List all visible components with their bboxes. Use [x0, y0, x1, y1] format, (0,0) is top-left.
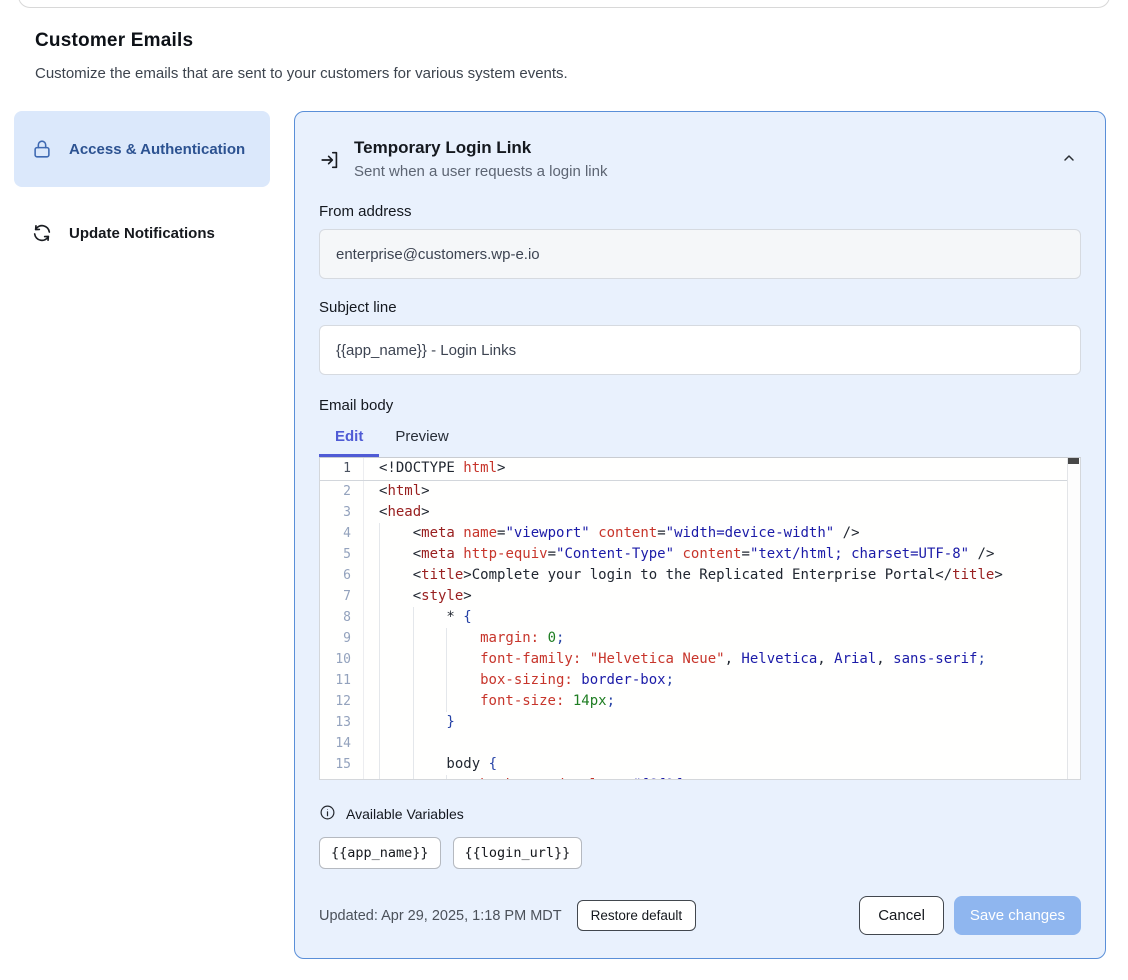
previous-card-bottom-edge — [18, 0, 1110, 8]
code-line: 12font-size: 14px; — [320, 691, 1080, 712]
sidebar: Access & Authentication Update Notificat… — [14, 111, 270, 259]
updated-timestamp: Updated: Apr 29, 2025, 1:18 PM MDT — [319, 908, 562, 924]
editor-scrollbar[interactable] — [1067, 458, 1080, 779]
lock-icon — [30, 137, 54, 161]
chevron-up-icon — [1061, 154, 1077, 169]
code-line: 5<meta http-equiv="Content-Type" content… — [320, 544, 1080, 565]
code-line: 6<title>Complete your login to the Repli… — [320, 565, 1080, 586]
panel-header-text: Temporary Login Link Sent when a user re… — [354, 138, 607, 180]
code-line: 8* { — [320, 607, 1080, 628]
panel-footer: Updated: Apr 29, 2025, 1:18 PM MDT Resto… — [319, 896, 1081, 935]
code-line: 14 — [320, 733, 1080, 754]
page-header: Customer Emails Customize the emails tha… — [0, 0, 1128, 82]
code-line: 10font-family: "Helvetica Neue", Helveti… — [320, 649, 1080, 670]
email-settings-panel: Temporary Login Link Sent when a user re… — [294, 111, 1106, 959]
code-lines: 1<!DOCTYPE html>2<html>3<head>4<meta nam… — [320, 458, 1080, 780]
panel-header: Temporary Login Link Sent when a user re… — [319, 138, 1081, 180]
subject-line-label: Subject line — [319, 299, 1081, 316]
tab-preview[interactable]: Preview — [379, 419, 464, 457]
code-line: 7<style> — [320, 586, 1080, 607]
editor-tabs: Edit Preview — [319, 419, 1081, 457]
restore-default-button[interactable]: Restore default — [577, 900, 697, 931]
email-body-label: Email body — [319, 397, 1081, 414]
code-line: 16background-color: #f6f9fc; — [320, 775, 1080, 780]
sidebar-item-label: Update Notifications — [69, 225, 215, 242]
sidebar-item-access-authentication[interactable]: Access & Authentication — [14, 111, 270, 187]
cancel-button[interactable]: Cancel — [859, 896, 944, 935]
login-icon — [319, 149, 341, 176]
sidebar-item-update-notifications[interactable]: Update Notifications — [14, 207, 270, 259]
code-line: 9margin: 0; — [320, 628, 1080, 649]
code-line: 1<!DOCTYPE html> — [320, 458, 1080, 481]
code-editor[interactable]: 1<!DOCTYPE html>2<html>3<head>4<meta nam… — [319, 457, 1081, 780]
subject-line-input[interactable] — [319, 325, 1081, 375]
available-variables-label: Available Variables — [346, 806, 464, 822]
variable-chip-app-name[interactable]: {{app_name}} — [319, 837, 441, 869]
code-line: 13} — [320, 712, 1080, 733]
page-subtitle: Customize the emails that are sent to yo… — [35, 65, 1128, 82]
panel-title: Temporary Login Link — [354, 138, 607, 158]
info-icon — [319, 804, 336, 824]
code-line: 4<meta name="viewport" content="width=de… — [320, 523, 1080, 544]
collapse-button[interactable] — [1057, 146, 1081, 173]
editor-scrollbar-thumb[interactable] — [1068, 458, 1079, 464]
sidebar-item-label: Access & Authentication — [69, 141, 245, 158]
variable-chip-login-url[interactable]: {{login_url}} — [453, 837, 583, 869]
variable-chips: {{app_name}} {{login_url}} — [319, 837, 1081, 869]
save-changes-button[interactable]: Save changes — [954, 896, 1081, 935]
page-title: Customer Emails — [35, 30, 1128, 52]
code-line: 15body { — [320, 754, 1080, 775]
from-address-label: From address — [319, 203, 1081, 220]
panel-subtitle: Sent when a user requests a login link — [354, 163, 607, 180]
code-line: 3<head> — [320, 502, 1080, 523]
available-variables-row: Available Variables — [319, 804, 1081, 824]
tab-edit[interactable]: Edit — [319, 419, 379, 457]
from-address-input[interactable] — [319, 229, 1081, 279]
refresh-icon — [30, 221, 54, 245]
code-line: 11box-sizing: border-box; — [320, 670, 1080, 691]
code-line: 2<html> — [320, 481, 1080, 502]
